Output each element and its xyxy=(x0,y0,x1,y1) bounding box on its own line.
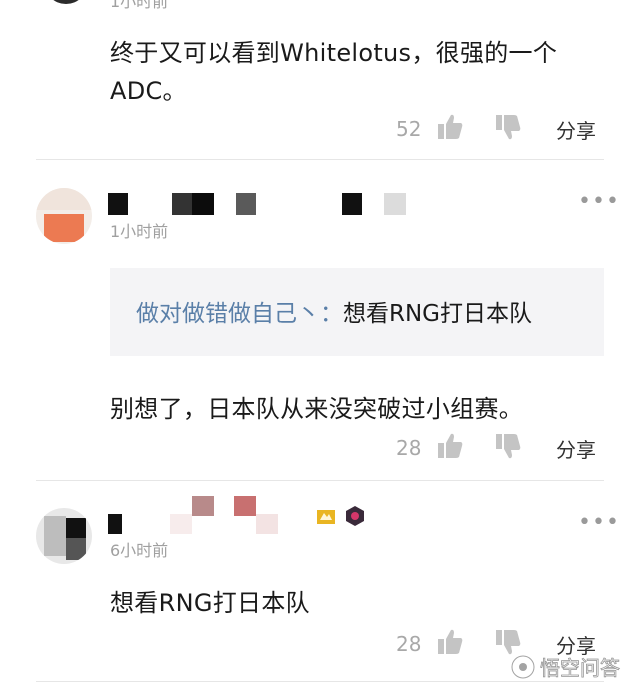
more-icon[interactable]: ••• xyxy=(578,510,620,535)
quote-text: 想看RNG打日本队 xyxy=(343,301,533,327)
comment-time: 6小时前 xyxy=(110,541,169,560)
watermark-text: 悟空问答 xyxy=(540,656,621,681)
share-button[interactable]: 分享 xyxy=(556,115,596,144)
thumbs-up-icon[interactable] xyxy=(436,113,464,141)
comment-text: 想看RNG打日本队 xyxy=(110,589,310,617)
avatar[interactable] xyxy=(44,0,88,4)
thumbs-down-icon[interactable] xyxy=(494,113,522,141)
watermark-logo-icon xyxy=(510,654,536,679)
divider xyxy=(36,681,604,682)
like-count: 52 xyxy=(396,117,422,141)
divider xyxy=(36,159,604,160)
badge-icon xyxy=(316,506,336,526)
share-button[interactable]: 分享 xyxy=(556,434,596,463)
more-icon[interactable]: ••• xyxy=(578,189,620,214)
comment-text: 终于又可以看到Whitelotus，很强的一个 ADC。 xyxy=(110,39,558,105)
avatar[interactable] xyxy=(36,508,92,564)
thumbs-up-icon[interactable] xyxy=(436,628,464,656)
avatar[interactable] xyxy=(36,188,92,244)
like-count: 28 xyxy=(396,632,422,656)
watermark: 悟空问答 xyxy=(510,652,620,681)
thumbs-down-icon[interactable] xyxy=(494,432,522,460)
comment-time: 1小时前 xyxy=(110,222,169,241)
divider xyxy=(36,480,604,481)
comment-time: 1小时前 xyxy=(110,0,169,11)
badge-icon xyxy=(344,505,366,527)
comment-text: 别想了，日本队从来没突破过小组赛。 xyxy=(110,395,524,423)
quote-author[interactable]: 做对做错做自己丶： xyxy=(136,301,343,327)
like-count: 28 xyxy=(396,436,422,460)
thumbs-up-icon[interactable] xyxy=(436,432,464,460)
quoted-reply[interactable]: 做对做错做自己丶：想看RNG打日本队 xyxy=(110,268,604,356)
